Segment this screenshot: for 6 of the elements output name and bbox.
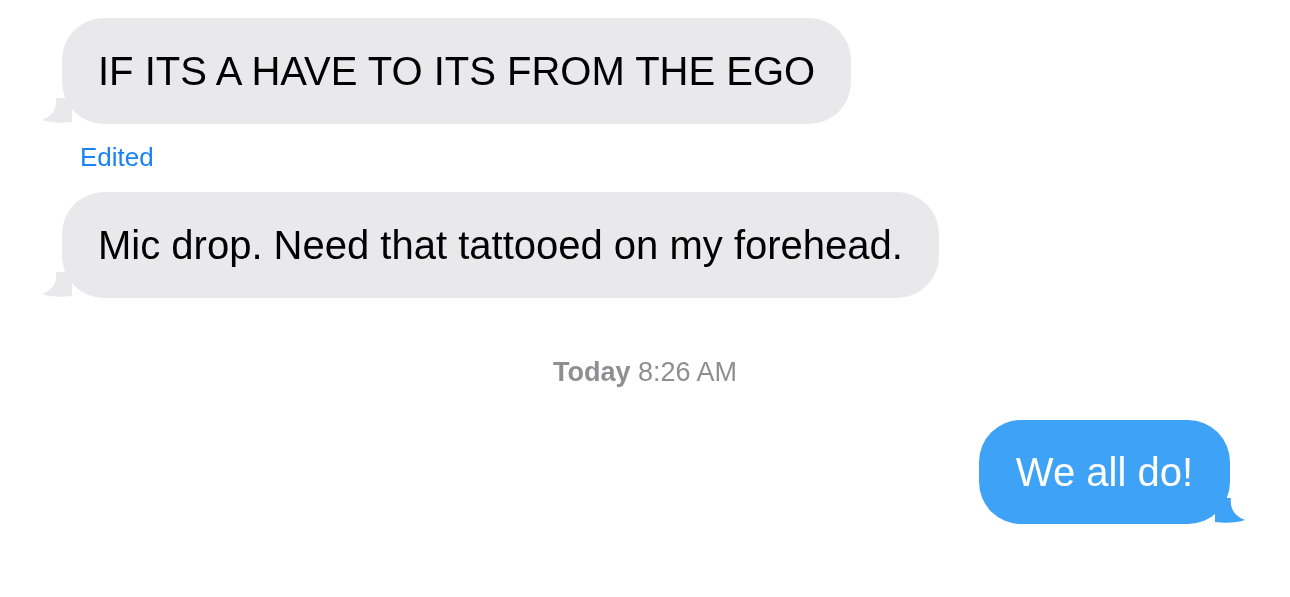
edited-label[interactable]: Edited [80, 142, 154, 172]
message-bubble: Mic drop. Need that tattooed on my forehead. [62, 192, 939, 298]
message-bubble: IF ITS A HAVE TO ITS FROM THE EGO [62, 18, 852, 124]
message-bubble: We all do! [978, 420, 1230, 524]
timestamp: Today 8:26 AM [552, 356, 738, 388]
bubble-tail-icon [1215, 498, 1245, 524]
